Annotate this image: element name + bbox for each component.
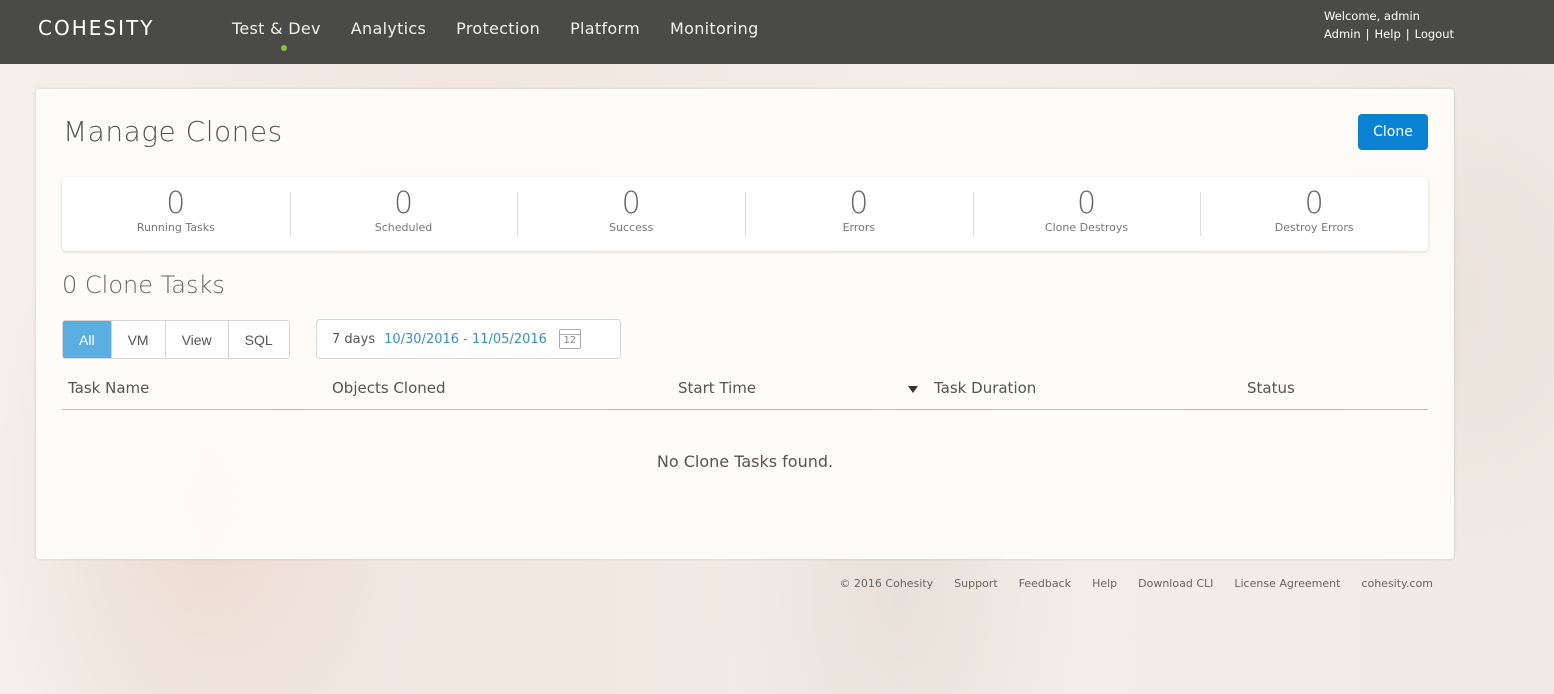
clone-tasks-title: 0 Clone Tasks — [62, 271, 225, 299]
nav-item-protection[interactable]: Protection — [456, 19, 540, 38]
stat-value: 0 — [1076, 186, 1097, 221]
filter-sql-button[interactable]: SQL — [228, 321, 289, 358]
clone-button[interactable]: Clone — [1358, 114, 1428, 150]
date-days: 7 days — [332, 331, 376, 347]
stat-label: Clone Destroys — [1044, 221, 1129, 234]
table-header: Task Name Objects Cloned Start Time Task… — [62, 368, 1428, 410]
stat-errors: 0 Errors — [745, 177, 973, 251]
user-menu: Welcome, admin Admin | Help | Logout — [1324, 9, 1454, 41]
column-start-time[interactable]: Start Time — [678, 379, 756, 397]
sort-descending-icon[interactable] — [908, 386, 918, 393]
stat-label: Destroy Errors — [1274, 221, 1354, 234]
stat-label: Errors — [842, 221, 876, 234]
stats-panel: 0 Running Tasks 0 Scheduled 0 Success 0 … — [62, 177, 1428, 251]
active-nav-indicator — [281, 45, 287, 51]
cohesity-logo[interactable]: COHESITY — [38, 16, 154, 40]
manage-clones-card: Manage Clones Clone 0 Running Tasks 0 Sc… — [36, 89, 1454, 559]
footer: © 2016 Cohesity Support Feedback Help Do… — [839, 577, 1433, 590]
footer-link-license[interactable]: License Agreement — [1234, 577, 1340, 590]
empty-state-message: No Clone Tasks found. — [656, 452, 834, 471]
date-range-picker[interactable]: 7 days 10/30/2016 - 11/05/2016 12 — [316, 319, 621, 359]
footer-link-support[interactable]: Support — [954, 577, 997, 590]
stat-label: Success — [609, 221, 654, 234]
top-nav-bar: COHESITY Test & Dev Analytics Protection… — [0, 0, 1554, 64]
filter-all-button[interactable]: All — [63, 321, 112, 358]
nav-item-platform[interactable]: Platform — [570, 19, 640, 38]
stat-clone-destroys: 0 Clone Destroys — [972, 177, 1201, 251]
date-range-text: 10/30/2016 - 11/05/2016 — [384, 331, 547, 347]
footer-link-help[interactable]: Help — [1092, 577, 1117, 590]
column-task-duration[interactable]: Task Duration — [934, 379, 1036, 397]
stat-success: 0 Success — [517, 177, 745, 251]
column-task-name[interactable]: Task Name — [68, 379, 149, 397]
stat-label: Running Tasks — [136, 221, 215, 234]
link-separator: | — [1365, 27, 1370, 41]
stat-value: 0 — [849, 186, 869, 221]
main-nav: Test & Dev Analytics Protection Platform… — [232, 19, 789, 51]
stat-value: 0 — [166, 186, 186, 221]
stat-scheduled: 0 Scheduled — [289, 177, 518, 251]
footer-link-download-cli[interactable]: Download CLI — [1138, 577, 1213, 590]
stat-value: 0 — [621, 186, 641, 221]
stat-value: 0 — [393, 186, 414, 221]
footer-link-feedback[interactable]: Feedback — [1019, 577, 1071, 590]
welcome-text: Welcome, admin — [1324, 9, 1420, 23]
admin-link[interactable]: Admin — [1324, 27, 1361, 41]
filter-vm-button[interactable]: VM — [111, 321, 166, 358]
nav-item-test-dev[interactable]: Test & Dev — [232, 19, 321, 38]
link-separator: | — [1405, 27, 1410, 41]
column-status[interactable]: Status — [1247, 379, 1295, 397]
logout-link[interactable]: Logout — [1415, 27, 1454, 41]
stat-destroy-errors: 0 Destroy Errors — [1200, 177, 1428, 251]
calendar-icon[interactable]: 12 — [558, 329, 581, 349]
footer-link-website[interactable]: cohesity.com — [1361, 577, 1433, 590]
help-link[interactable]: Help — [1375, 27, 1401, 41]
nav-item-monitoring[interactable]: Monitoring — [670, 19, 759, 38]
stat-value: 0 — [1304, 186, 1324, 221]
page-title: Manage Clones — [63, 115, 283, 148]
user-links: Admin | Help | Logout — [1324, 27, 1454, 41]
column-objects-cloned[interactable]: Objects Cloned — [332, 379, 446, 397]
type-filter-group: All VM View SQL — [62, 320, 290, 359]
footer-copyright: © 2016 Cohesity — [839, 577, 934, 590]
filter-view-button[interactable]: View — [165, 321, 229, 358]
nav-item-analytics[interactable]: Analytics — [351, 19, 426, 38]
stat-running-tasks: 0 Running Tasks — [62, 177, 290, 251]
stat-label: Scheduled — [374, 221, 433, 234]
